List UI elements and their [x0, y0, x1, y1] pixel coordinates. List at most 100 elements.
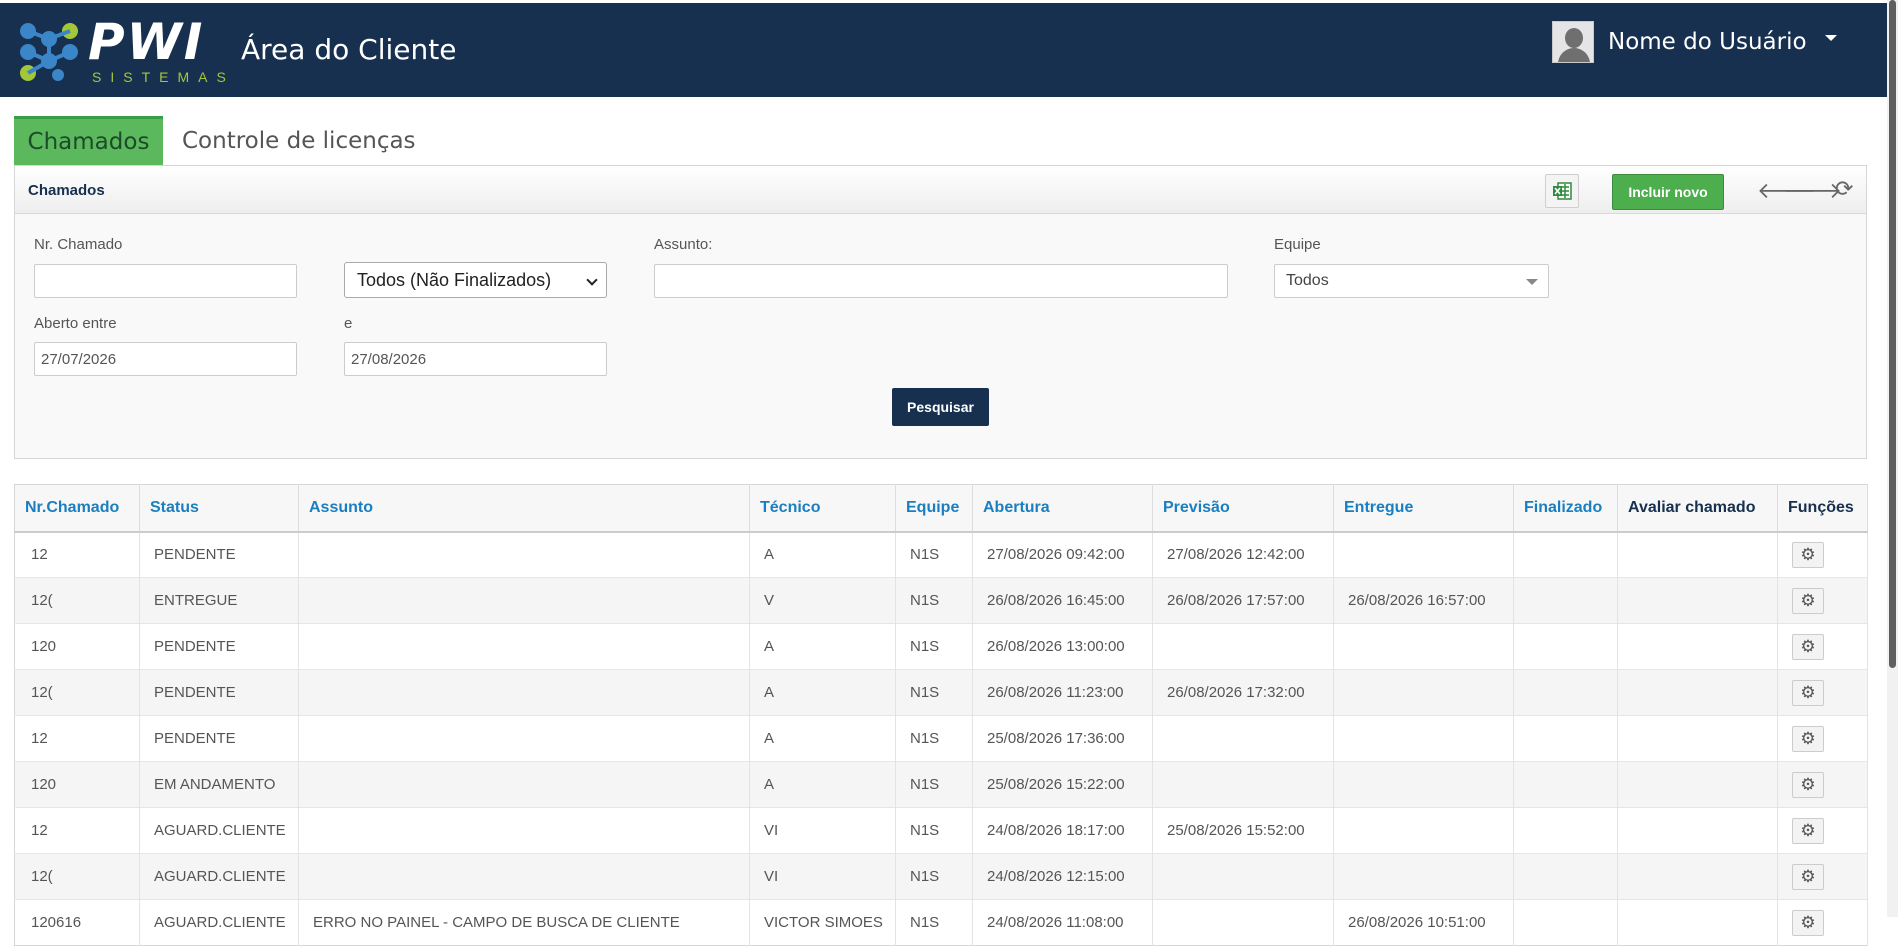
- table-row[interactable]: 12(PENDENTE A N1S 26/08/2026 11:23:00 26/08/…: [14, 669, 1868, 716]
- column-header-entregue[interactable]: Entregue: [1333, 484, 1514, 533]
- gear-icon: ⚙: [1800, 636, 1816, 657]
- cell-assunto: [298, 623, 750, 670]
- cell-tecnico: A: [749, 669, 896, 716]
- cell-nr-chamado: 120: [14, 761, 140, 808]
- cell-entregue: [1333, 531, 1514, 578]
- row-actions-button[interactable]: ⚙: [1792, 679, 1824, 706]
- cell-nr-chamado: 12: [14, 715, 140, 762]
- logo-text: PWI: [88, 13, 205, 71]
- column-header-finalizado[interactable]: Finalizado: [1513, 484, 1618, 533]
- excel-icon: [1553, 182, 1572, 200]
- equipe-label: Equipe: [1274, 236, 1321, 253]
- refresh-icon[interactable]: ⟳: [1835, 177, 1853, 202]
- row-actions-button[interactable]: ⚙: [1792, 633, 1824, 660]
- cell-abertura: 24/08/2026 12:15:00: [972, 853, 1153, 900]
- status-select-value: Todos (Não Finalizados): [357, 269, 552, 290]
- gear-icon: ⚙: [1800, 682, 1816, 703]
- date-from-input[interactable]: 27/07/2026: [34, 342, 297, 376]
- cell-abertura: 26/08/2026 13:00:00: [972, 623, 1153, 670]
- table-body: 12 PENDENTE A N1S 27/08/2026 09:42:00 27/08/2…: [14, 531, 1868, 946]
- cell-tecnico: A: [749, 761, 896, 808]
- cell-nr-chamado: 12: [14, 807, 140, 854]
- equipe-select[interactable]: Todos: [1274, 264, 1549, 298]
- cell-tecnico: A: [749, 623, 896, 670]
- cell-tecnico: VICTOR SIMOES: [749, 899, 896, 946]
- export-excel-button[interactable]: [1545, 174, 1579, 208]
- table-row[interactable]: 12 AGUARD.CLIENTE VI N1S 24/08/2026 18:17:00…: [14, 807, 1868, 854]
- cell-assunto: [298, 531, 750, 578]
- cell-funcoes: ⚙: [1777, 807, 1868, 854]
- cell-entregue: [1333, 807, 1514, 854]
- logo-mark-icon: [20, 23, 78, 81]
- date-to-input[interactable]: 27/08/2026: [344, 342, 607, 376]
- table-row[interactable]: 120 PENDENTE A N1S 26/08/2026 13:00:00 ⚙: [14, 623, 1868, 670]
- column-header-assunto[interactable]: Assunto: [298, 484, 750, 533]
- column-header-equipe[interactable]: Equipe: [895, 484, 973, 533]
- column-header-nr-chamado[interactable]: Nr.Chamado: [14, 484, 140, 533]
- cell-status: AGUARD.CLIENTE: [139, 899, 299, 946]
- column-header-previsao[interactable]: Previsão: [1152, 484, 1334, 533]
- table-row[interactable]: 12(ENTREGUE V N1S 26/08/2026 16:45:00 26/08/…: [14, 577, 1868, 624]
- cell-funcoes: ⚙: [1777, 715, 1868, 762]
- cell-equipe: N1S: [895, 807, 973, 854]
- table-row[interactable]: 12 PENDENTE A N1S 27/08/2026 09:42:00 27/08/2…: [14, 531, 1868, 578]
- cell-abertura: 25/08/2026 15:22:00: [972, 761, 1153, 808]
- table-row[interactable]: 12 PENDENTE A N1S 25/08/2026 17:36:00 ⚙: [14, 715, 1868, 762]
- row-actions-button[interactable]: ⚙: [1792, 771, 1824, 798]
- cell-funcoes: ⚙: [1777, 761, 1868, 808]
- assunto-input[interactable]: [654, 264, 1228, 298]
- cell-status: PENDENTE: [139, 669, 299, 716]
- table-row[interactable]: 12(AGUARD.CLIENTE VI N1S 24/08/2026 12:15:0…: [14, 853, 1868, 900]
- date-and-label: e: [344, 315, 353, 332]
- cell-funcoes: ⚙: [1777, 531, 1868, 578]
- pwi-logo[interactable]: PWI SISTEMAS: [18, 13, 238, 87]
- cell-funcoes: ⚙: [1777, 623, 1868, 670]
- column-header-avaliar: Avaliar chamado: [1617, 484, 1778, 533]
- aberto-entre-label: Aberto entre: [34, 315, 117, 332]
- cell-entregue: [1333, 669, 1514, 716]
- column-header-status[interactable]: Status: [139, 484, 299, 533]
- tab-controle-licencas[interactable]: Controle de licenças: [182, 116, 422, 165]
- gear-icon: ⚙: [1800, 544, 1816, 565]
- cell-nr-chamado: 120616: [14, 899, 140, 946]
- cell-finalizado: [1513, 623, 1618, 670]
- cell-funcoes: ⚙: [1777, 577, 1868, 624]
- cell-finalizado: [1513, 853, 1618, 900]
- nr-chamado-input[interactable]: [34, 264, 297, 298]
- cell-entregue: [1333, 623, 1514, 670]
- status-select[interactable]: Todos (Não Finalizados): [344, 262, 607, 298]
- user-menu[interactable]: Nome do Usuário: [1552, 21, 1837, 63]
- row-actions-button[interactable]: ⚙: [1792, 725, 1824, 752]
- gear-icon: ⚙: [1800, 912, 1816, 933]
- row-actions-button[interactable]: ⚙: [1792, 587, 1824, 614]
- column-header-tecnico[interactable]: Técnico: [749, 484, 896, 533]
- arrow-right-icon[interactable]: 🡒: [1783, 178, 1842, 204]
- scrollbar-thumb[interactable]: [1889, 0, 1896, 668]
- add-new-button[interactable]: Incluir novo: [1612, 174, 1724, 210]
- cell-tecnico: VI: [749, 853, 896, 900]
- cell-previsao: [1152, 899, 1334, 946]
- page-scrollbar[interactable]: [1887, 0, 1898, 917]
- panel-header: Chamados Incluir novo 🡐 🡒 ⟳: [15, 166, 1866, 214]
- panel-title: Chamados: [28, 182, 105, 199]
- cell-nr-chamado: 120: [14, 623, 140, 670]
- cell-tecnico: VI: [749, 807, 896, 854]
- app-title: Área do Cliente: [241, 33, 457, 66]
- cell-equipe: N1S: [895, 899, 973, 946]
- cell-status: AGUARD.CLIENTE: [139, 853, 299, 900]
- cell-avaliar: [1617, 807, 1778, 854]
- table-row[interactable]: 120 EM ANDAMENTO A N1S 25/08/2026 15:22:00 ⚙: [14, 761, 1868, 808]
- cell-equipe: N1S: [895, 853, 973, 900]
- row-actions-button[interactable]: ⚙: [1792, 817, 1824, 844]
- column-header-abertura[interactable]: Abertura: [972, 484, 1153, 533]
- cell-abertura: 24/08/2026 18:17:00: [972, 807, 1153, 854]
- cell-avaliar: [1617, 531, 1778, 578]
- tab-chamados[interactable]: Chamados: [14, 116, 163, 165]
- search-button[interactable]: Pesquisar: [892, 388, 989, 426]
- row-actions-button[interactable]: ⚙: [1792, 541, 1824, 568]
- row-actions-button[interactable]: ⚙: [1792, 863, 1824, 890]
- cell-assunto: [298, 853, 750, 900]
- row-actions-button[interactable]: ⚙: [1792, 909, 1824, 936]
- table-row[interactable]: 120616 AGUARD.CLIENTE ERRO NO PAINEL - CAM…: [14, 899, 1868, 946]
- cell-status: EM ANDAMENTO: [139, 761, 299, 808]
